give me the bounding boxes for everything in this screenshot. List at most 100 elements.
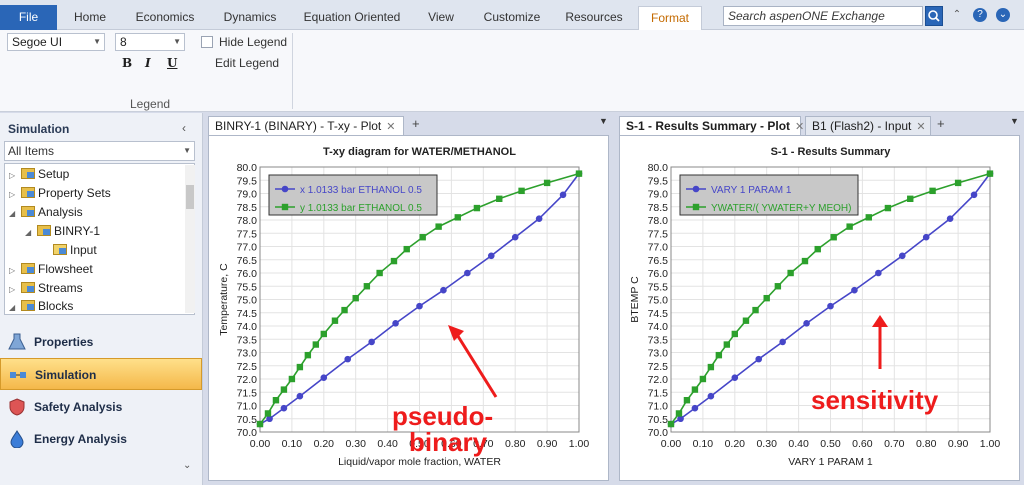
edit-legend-button[interactable]: Edit Legend xyxy=(215,56,279,70)
tab-file[interactable]: File xyxy=(0,5,57,30)
data-point xyxy=(954,179,962,187)
annotation-binary: binary xyxy=(409,427,488,457)
close-icon[interactable]: ✕ xyxy=(795,121,804,133)
y-tick-label: 72.0 xyxy=(237,374,258,386)
collapse-icon[interactable]: ‹ xyxy=(182,121,186,135)
data-point xyxy=(473,204,481,212)
tab-home[interactable]: Home xyxy=(70,7,110,27)
collapse-tree-icon[interactable]: ◢ xyxy=(9,299,21,317)
help-icon[interactable]: ? xyxy=(973,8,987,22)
search-input[interactable]: Search aspenONE Exchange xyxy=(723,6,923,26)
folder-icon xyxy=(21,300,35,311)
tab-resources[interactable]: Resources xyxy=(563,7,625,27)
ribbon-format-panel: Segoe UI ▼ 8 ▼ B I U Hide Legend Edit Le… xyxy=(0,30,1024,112)
y-tick-label: 77.0 xyxy=(648,242,669,254)
pane-menu-icon[interactable]: ▼ xyxy=(599,116,608,126)
data-point xyxy=(922,233,930,241)
new-tab-button[interactable]: + xyxy=(937,116,945,131)
data-point xyxy=(363,283,371,290)
close-icon[interactable]: ✕ xyxy=(386,121,395,133)
italic-button[interactable]: I xyxy=(145,56,151,70)
data-point xyxy=(487,252,495,260)
tree-item-blocks[interactable]: ◢ Blocks xyxy=(9,297,73,315)
group-label-legend: Legend xyxy=(130,97,171,111)
chevron-up-icon[interactable]: ⌃ xyxy=(950,8,964,22)
folder-icon xyxy=(37,225,51,236)
right-document-pane: S-1 - Results Summary - Plot ✕ B1 (Flash2… xyxy=(615,113,1024,485)
data-point xyxy=(827,302,834,310)
tree-item-setup[interactable]: ▷ Setup xyxy=(9,165,69,183)
nav-button-simulation[interactable]: Simulation xyxy=(0,358,202,390)
y-tick-label: 75.5 xyxy=(648,281,669,293)
search-icon[interactable] xyxy=(925,6,943,26)
y-tick-label: 76.0 xyxy=(237,268,258,280)
scrollbar-thumb[interactable] xyxy=(186,185,194,209)
nav-filter-select[interactable]: All Items ▼ xyxy=(4,141,195,161)
new-tab-button[interactable]: + xyxy=(412,116,420,131)
bold-button[interactable]: B xyxy=(122,56,132,70)
tab-format[interactable]: Format xyxy=(638,6,702,30)
data-point xyxy=(264,410,272,417)
data-point xyxy=(763,294,770,302)
tab-binry-1-plot[interactable]: BINRY-1 (BINARY) - T-xy - Plot ✕ xyxy=(208,116,404,135)
collapse-tree-icon[interactable]: ◢ xyxy=(25,224,37,242)
y-tick-label: 76.5 xyxy=(237,255,258,267)
tab-b1-flash2-input[interactable]: B1 (Flash2) - Input ✕ xyxy=(805,116,931,135)
folder-icon xyxy=(21,187,35,198)
nav-button-safety-analysis[interactable]: Safety Analysis xyxy=(0,391,202,423)
y-tick-label: 71.5 xyxy=(648,387,669,399)
tree-item-binry-1[interactable]: ◢ BINRY-1 xyxy=(25,222,100,240)
data-point xyxy=(280,404,288,412)
x-tick-label: 0.20 xyxy=(725,438,746,450)
tab-customize[interactable]: Customize xyxy=(480,7,544,27)
font-size-select[interactable]: 8 ▼ xyxy=(115,33,185,51)
annotation-arrow-left xyxy=(448,325,498,398)
expand-icon[interactable]: ▷ xyxy=(9,186,21,204)
data-point xyxy=(464,269,471,277)
collapse-tree-icon[interactable]: ◢ xyxy=(9,205,21,223)
tree-scrollbar[interactable] xyxy=(185,165,195,313)
tree-item-input[interactable]: Input xyxy=(53,241,97,259)
pane-menu-icon[interactable]: ▼ xyxy=(1010,116,1019,126)
data-point xyxy=(511,233,519,241)
annotation-sensitivity: sensitivity xyxy=(811,385,939,415)
data-point xyxy=(435,223,442,230)
input-form-icon xyxy=(53,244,67,255)
x-tick-label: 0.90 xyxy=(537,438,558,450)
tree-item-streams[interactable]: ▷ Streams xyxy=(9,279,83,297)
chevron-down-icon[interactable]: ⌄ xyxy=(183,460,191,471)
tree-item-property-sets[interactable]: ▷ Property Sets xyxy=(9,184,111,202)
tab-equation-oriented[interactable]: Equation Oriented xyxy=(301,7,403,27)
tab-economics[interactable]: Economics xyxy=(132,7,198,27)
tab-dynamics[interactable]: Dynamics xyxy=(219,7,281,27)
y-tick-label: 73.5 xyxy=(648,334,669,346)
nav-button-properties[interactable]: Properties xyxy=(0,326,202,358)
tree-item-analysis[interactable]: ◢ Analysis xyxy=(9,203,83,221)
chevron-down-icon: ▼ xyxy=(173,37,181,46)
tree-item-flowsheet[interactable]: ▷ Flowsheet xyxy=(9,260,93,278)
data-point xyxy=(341,306,348,314)
hide-legend-label[interactable]: Hide Legend xyxy=(219,35,287,49)
left-document-pane: BINRY-1 (BINARY) - T-xy - Plot ✕ + ▼ T-xy… xyxy=(204,113,613,485)
expand-icon[interactable]: ▷ xyxy=(9,262,21,280)
tab-view[interactable]: View xyxy=(424,7,458,27)
data-point xyxy=(774,283,782,290)
data-point xyxy=(320,330,327,338)
expand-icon[interactable]: ▷ xyxy=(9,167,21,185)
nav-tree: ▷ Setup ▷ Property Sets ◢ Analysis ◢ BINRY-1… xyxy=(4,163,195,315)
x-tick-label: 0.80 xyxy=(505,438,526,450)
results-summary-plot-svg: S-1 - Results Summary70.070.571.071.572.… xyxy=(629,146,1000,468)
x-axis-label: VARY 1 PARAM 1 xyxy=(788,456,873,468)
font-name-select[interactable]: Segoe UI ▼ xyxy=(7,33,105,51)
tab-results-summary-plot[interactable]: S-1 - Results Summary - Plot ✕ xyxy=(619,116,804,135)
hide-legend-checkbox[interactable] xyxy=(201,36,213,48)
data-point xyxy=(518,187,525,195)
data-point xyxy=(667,420,675,428)
underline-button[interactable]: U xyxy=(167,56,177,70)
options-icon[interactable]: ⌄ xyxy=(996,8,1010,22)
nav-button-energy-analysis[interactable]: Energy Analysis xyxy=(0,423,202,455)
group-separator xyxy=(292,33,293,109)
tab-label: BINRY-1 (BINARY) - T-xy - Plot xyxy=(215,119,382,133)
close-icon[interactable]: ✕ xyxy=(916,121,925,133)
y-tick-label: 74.0 xyxy=(648,321,669,333)
